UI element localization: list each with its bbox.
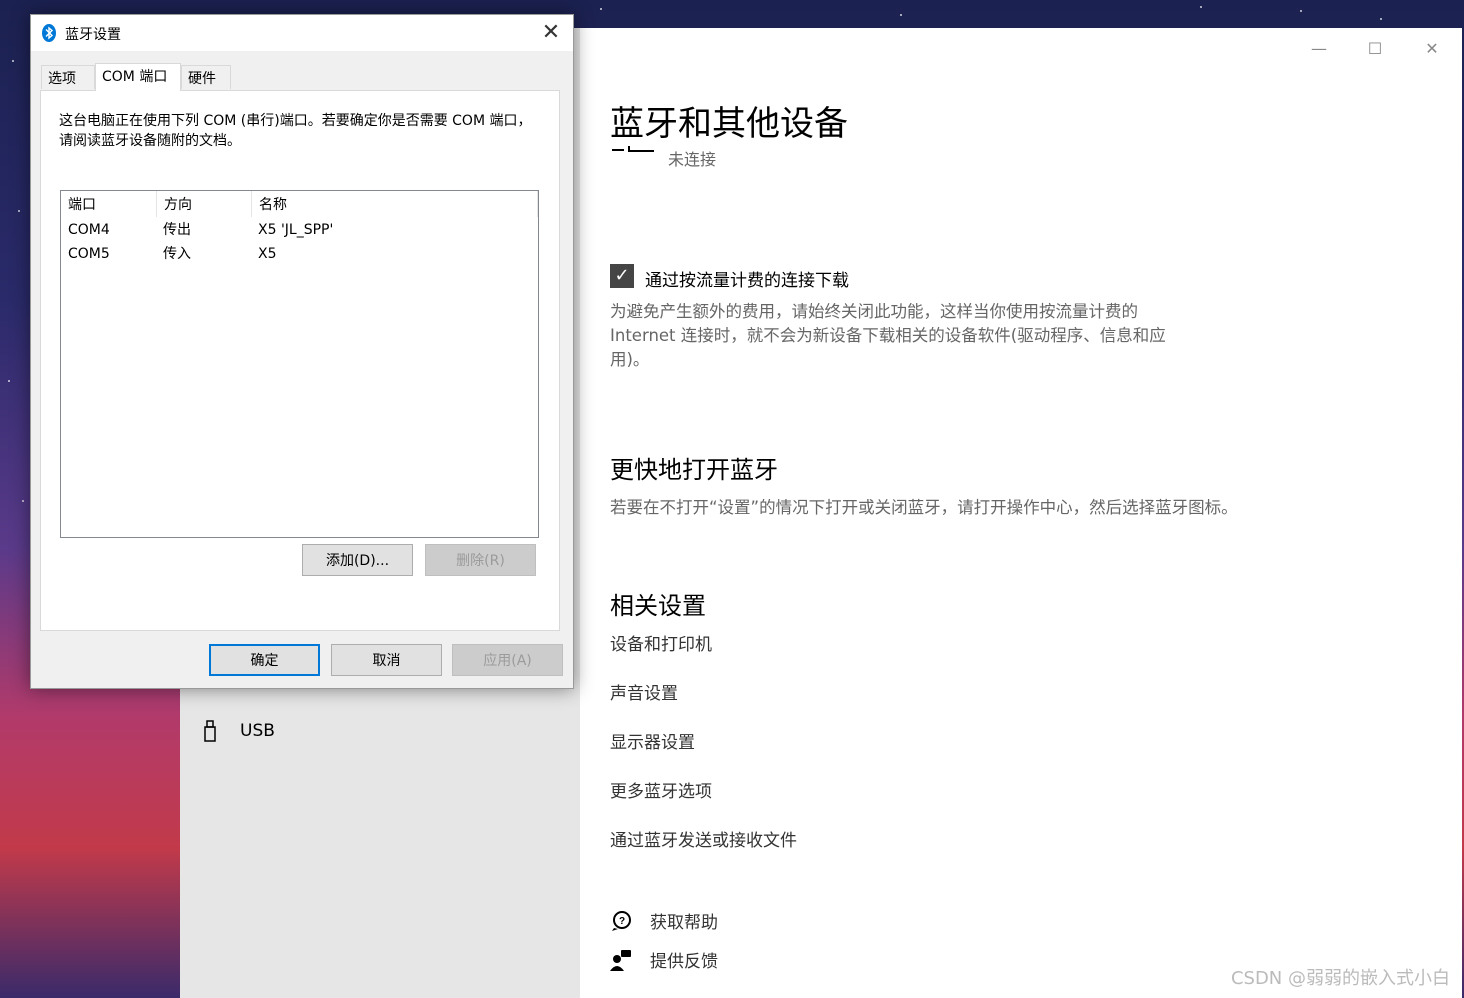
- maximize-button[interactable]: ☐: [1347, 38, 1403, 60]
- settings-main-pane: — ☐ ✕ 蓝牙和其他设备 未连接 ✓ 通过按流量计费的连接下载 为避免产生额外…: [580, 28, 1462, 998]
- link-display-settings[interactable]: 显示器设置: [610, 728, 695, 753]
- bluetooth-icon: [42, 24, 56, 42]
- sidebar-item-usb[interactable]: USB: [202, 720, 275, 742]
- table-row[interactable]: COM4 传出 X5 'JL_SPP': [61, 218, 538, 242]
- remove-port-button[interactable]: 删除(R): [425, 544, 536, 576]
- link-sound-settings[interactable]: 声音设置: [610, 679, 678, 704]
- cell-port: COM5: [68, 246, 110, 262]
- watermark: CSDN @弱弱的嵌入式小白: [1230, 968, 1450, 989]
- column-header-direction[interactable]: 方向: [157, 191, 252, 217]
- page-title: 蓝牙和其他设备: [610, 104, 848, 144]
- cancel-button[interactable]: 取消: [331, 644, 442, 676]
- cell-name: X5 'JL_SPP': [258, 222, 334, 238]
- metered-checkbox-label[interactable]: 通过按流量计费的连接下载: [645, 266, 849, 291]
- dialog-close-button[interactable]: ✕: [529, 15, 573, 51]
- table-row[interactable]: COM5 传入 X5: [61, 242, 538, 266]
- tab-hardware[interactable]: 硬件: [181, 65, 231, 89]
- close-button[interactable]: ✕: [1404, 38, 1460, 60]
- dialog-titlebar[interactable]: 蓝牙设置 ✕: [31, 15, 573, 51]
- feedback-person-icon: [610, 949, 631, 971]
- help-chat-icon: ?: [612, 910, 631, 931]
- com-ports-panel: 这台电脑正在使用下列 COM (串行)端口。若要确定你是否需要 COM 端口，请…: [40, 90, 560, 631]
- bluetooth-settings-dialog: 蓝牙设置 ✕ 选项 COM 端口 硬件 这台电脑正在使用下列 COM (串行)端…: [30, 14, 574, 689]
- list-header: 端口 方向 名称: [61, 191, 538, 217]
- cell-direction: 传入: [163, 246, 191, 262]
- quick-bluetooth-text: 若要在不打开“设置”的情况下打开或关闭蓝牙，请打开操作中心，然后选择蓝牙图标。: [610, 498, 1238, 517]
- related-settings-heading: 相关设置: [610, 592, 706, 620]
- link-devices-printers[interactable]: 设备和打印机: [610, 630, 712, 655]
- tab-options[interactable]: 选项: [41, 65, 95, 89]
- svg-text:?: ?: [619, 916, 625, 927]
- usb-icon: [204, 720, 216, 742]
- feedback-link[interactable]: 提供反馈: [610, 947, 718, 972]
- get-help-label: 获取帮助: [650, 913, 718, 933]
- dialog-title: 蓝牙设置: [65, 27, 121, 43]
- column-header-port[interactable]: 端口: [61, 191, 157, 217]
- device-icon: [612, 146, 654, 152]
- apply-button[interactable]: 应用(A): [452, 644, 563, 676]
- get-help-link[interactable]: ? 获取帮助: [610, 908, 718, 933]
- metered-description: 为避免产生额外的费用，请始终关闭此功能，这样当你使用按流量计费的 Interne…: [610, 302, 1166, 369]
- column-header-name[interactable]: 名称: [252, 191, 538, 217]
- com-ports-description: 这台电脑正在使用下列 COM (串行)端口。若要确定你是否需要 COM 端口，请…: [59, 113, 532, 149]
- minimize-button[interactable]: —: [1291, 38, 1347, 60]
- link-more-bluetooth-options[interactable]: 更多蓝牙选项: [610, 777, 712, 802]
- link-send-receive-files[interactable]: 通过蓝牙发送或接收文件: [610, 826, 797, 851]
- cell-direction: 传出: [163, 222, 191, 238]
- cell-port: COM4: [68, 222, 110, 238]
- com-ports-list[interactable]: 端口 方向 名称 COM4 传出 X5 'JL_SPP' COM5 传入 X5: [60, 190, 539, 538]
- device-status: 未连接: [668, 150, 717, 169]
- feedback-label: 提供反馈: [650, 952, 718, 972]
- sidebar-item-label: USB: [240, 721, 275, 741]
- quick-bluetooth-heading: 更快地打开蓝牙: [610, 456, 778, 484]
- add-port-button[interactable]: 添加(D)...: [302, 544, 413, 576]
- ok-button[interactable]: 确定: [209, 644, 320, 676]
- tab-com-ports[interactable]: COM 端口: [95, 63, 181, 91]
- metered-checkbox[interactable]: ✓: [610, 264, 634, 288]
- cell-name: X5: [258, 246, 277, 262]
